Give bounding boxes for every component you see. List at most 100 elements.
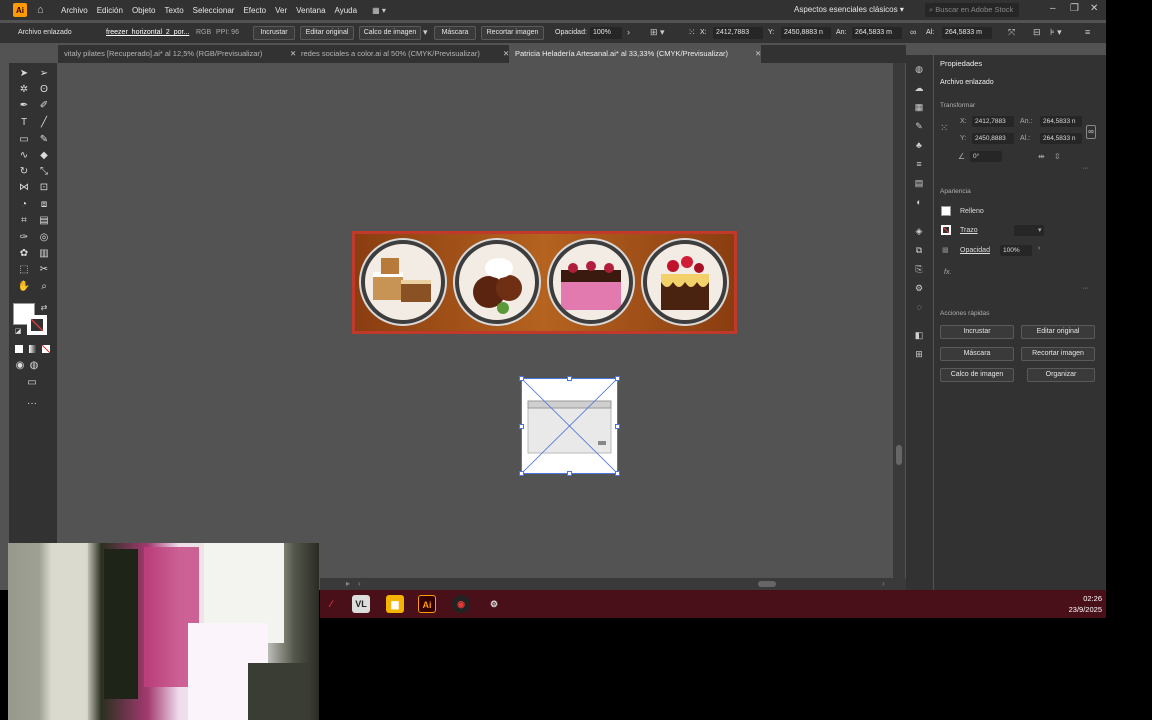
gradient-tool-icon[interactable]: ▤ [37, 214, 51, 228]
stroke-swatch[interactable] [27, 315, 47, 335]
menu-item-ayuda[interactable]: Ayuda [335, 6, 358, 15]
brushes-icon[interactable]: ✎ [913, 120, 925, 132]
h-field[interactable]: 264,5833 n [1040, 133, 1082, 144]
menu-item-ver[interactable]: Ver [275, 6, 287, 15]
resize-handle[interactable] [567, 471, 572, 476]
none-mode-icon[interactable] [42, 345, 50, 353]
vlc-app-icon[interactable]: VL [352, 595, 370, 613]
cake-banner-image[interactable] [352, 231, 737, 334]
transform-panel-icon[interactable]: ◧ [913, 329, 925, 341]
more-options-icon[interactable]: ··· [1082, 285, 1089, 292]
close-icon[interactable]: ✕ [1090, 3, 1098, 14]
scroll-left-icon[interactable]: ▸ [346, 579, 350, 588]
y-field[interactable]: 2450,8883 [972, 133, 1014, 144]
transparency-icon[interactable]: ◐ [913, 196, 925, 208]
arrange-button[interactable]: Organizar [1027, 368, 1095, 382]
horizontal-scrollbar[interactable]: ▸ ‹ › [320, 578, 906, 590]
swap-fill-stroke-icon[interactable]: ⇄ [37, 301, 51, 315]
w-field[interactable]: 264,5833 m [852, 27, 902, 39]
more-tools-icon[interactable]: ··· [25, 397, 39, 411]
draw-behind-icon[interactable]: ◍ [27, 359, 41, 373]
crop-image-button[interactable]: Recortar imagen [1021, 347, 1095, 361]
flip-vertical-icon[interactable]: ⇳ [1054, 152, 1061, 161]
linked-filename[interactable]: freezer_horizontal_2_por... [106, 29, 189, 36]
width-tool-icon[interactable]: ⋈ [17, 181, 31, 195]
y-field[interactable]: 2450,8883 n [781, 27, 831, 39]
resize-handle[interactable] [615, 424, 620, 429]
image-trace-button[interactable]: Calco de imagen [359, 26, 421, 40]
align-panel-icon[interactable]: ⊞ [913, 348, 925, 360]
menu-item-archivo[interactable]: Archivo [61, 6, 88, 15]
illustrator-app-icon[interactable]: Ai [418, 595, 436, 613]
shape-builder-icon[interactable]: ◔ [17, 198, 31, 212]
default-colors-icon[interactable]: ◪ [11, 325, 25, 339]
fill-swatch[interactable] [941, 206, 951, 216]
hand-tool-icon[interactable]: ✋ [17, 280, 31, 294]
constrain-proportions-icon[interactable]: ∞ [1086, 125, 1096, 139]
blend-tool-icon[interactable]: ◎ [37, 231, 51, 245]
eyedropper-icon[interactable]: ✑ [17, 231, 31, 245]
scale-tool-icon[interactable]: ⤡ [37, 165, 51, 179]
artboard-tool-icon[interactable]: ⬚ [17, 263, 31, 277]
w-field[interactable]: 264,5833 n [1040, 116, 1082, 127]
transform-icon[interactable]: ⤧ [1008, 27, 1015, 38]
link-icon[interactable]: ∞ [910, 27, 916, 37]
resize-handle[interactable] [519, 424, 524, 429]
draw-mode-icon[interactable]: ◉ [13, 359, 27, 373]
scroll-thumb[interactable] [758, 581, 776, 587]
tab-patricia-heladeria[interactable]: Patricia Heladería Artesanal.ai* al 33,3… [509, 45, 761, 63]
minimize-icon[interactable]: – [1050, 3, 1056, 14]
artboards-icon[interactable]: ⧉ [913, 244, 925, 256]
tab-vitaly-pilates[interactable]: vitaly pilates [Recuperado].ai* al 12,5%… [58, 45, 296, 63]
stroke-swatch[interactable] [941, 225, 951, 235]
embed-button[interactable]: Incrustar [940, 325, 1014, 339]
opacity-label[interactable]: Opacidad [960, 247, 990, 254]
shaper-tool-icon[interactable]: ∿ [17, 149, 31, 163]
line-tool-icon[interactable]: ╱ [37, 116, 51, 130]
magic-wand-icon[interactable]: ✲ [17, 83, 31, 97]
swatches-icon[interactable]: ▦ [913, 101, 925, 113]
reference-point-icon[interactable]: ⁙ [940, 123, 948, 134]
pen-tool-icon[interactable]: ✒ [17, 99, 31, 113]
chevron-right-icon[interactable]: › [1038, 245, 1040, 252]
embed-button[interactable]: Incrustar [253, 26, 295, 40]
symbols-icon[interactable]: ♣ [913, 139, 925, 151]
stroke-label[interactable]: Trazo [960, 227, 978, 234]
graph-tool-icon[interactable]: ▥ [37, 247, 51, 261]
symbol-sprayer-icon[interactable]: ✿ [17, 247, 31, 261]
rotate-tool-icon[interactable]: ↻ [17, 165, 31, 179]
chevron-down-icon[interactable]: ▾ [1038, 226, 1042, 234]
settings-app-icon[interactable]: ⚙ [485, 595, 503, 613]
workspace-switcher[interactable]: Aspectos esenciales clásicos ▾ [794, 5, 904, 14]
mesh-tool-icon[interactable]: ⌗ [17, 214, 31, 228]
close-tab-icon[interactable]: ✕ [755, 45, 761, 63]
home-icon[interactable]: ⌂ [37, 4, 51, 16]
chevron-right-icon[interactable]: › [627, 27, 630, 37]
more-options-icon[interactable]: ··· [1082, 165, 1089, 172]
scroll-right-icon[interactable]: › [882, 579, 885, 588]
tab-redes-sociales[interactable]: redes sociales a color.ai al 50% (CMYK/P… [295, 45, 509, 63]
chevron-down-icon[interactable]: ▾ [423, 27, 428, 38]
zoom-tool-icon[interactable]: ⌕ [37, 280, 51, 294]
mask-button[interactable]: Máscara [940, 347, 1014, 361]
color-mode-icon[interactable] [15, 345, 23, 353]
restore-icon[interactable]: ❐ [1070, 3, 1079, 14]
asset-export-icon[interactable]: ⎘ [913, 263, 925, 275]
edit-original-button[interactable]: Editar original [300, 26, 354, 40]
appearance-icon[interactable]: ◌ [913, 301, 925, 313]
scroll-prev-icon[interactable]: ‹ [358, 579, 361, 588]
layers-icon[interactable]: ◈ [913, 225, 925, 237]
canvas[interactable] [59, 63, 892, 578]
image-trace-button[interactable]: Calco de imagen [940, 368, 1014, 382]
properties-panel-icon[interactable]: ◍ [913, 63, 925, 75]
resize-handle[interactable] [615, 376, 620, 381]
folder-app-icon[interactable]: ▆ [386, 595, 404, 613]
h-field[interactable]: 264,5833 m [942, 27, 992, 39]
curvature-tool-icon[interactable]: ✐ [37, 99, 51, 113]
opacity-field[interactable]: 100% [590, 27, 622, 39]
menu-item-edicion[interactable]: Edición [97, 6, 123, 15]
opacity-field[interactable]: 100% [1000, 245, 1032, 256]
mask-button[interactable]: Máscara [434, 26, 476, 40]
reference-point-icon[interactable]: ⁙ [688, 27, 696, 38]
layout-icon[interactable]: ▦ ▾ [372, 6, 386, 15]
